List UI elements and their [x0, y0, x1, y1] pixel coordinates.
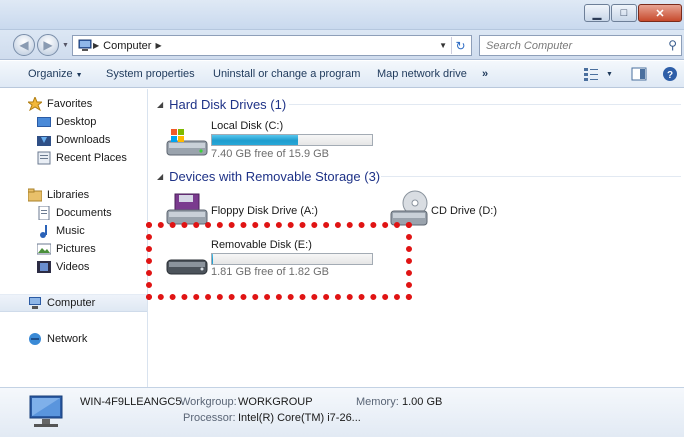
change-view-icon[interactable] — [583, 66, 599, 82]
nav-label-favorites: Favorites — [47, 98, 93, 110]
window-controls: ▁ □ ✕ — [583, 4, 682, 22]
desktop-icon — [37, 117, 51, 127]
memory-label: Memory: — [356, 396, 399, 408]
nav-item-recent-places[interactable]: Recent Places — [37, 149, 147, 167]
group-header-removable-storage[interactable]: ◢ Devices with Removable Storage (3) — [149, 167, 380, 185]
recent-places-icon — [37, 151, 51, 165]
maximize-icon: □ — [620, 7, 628, 19]
nav-label-pictures: Pictures — [56, 243, 96, 255]
refresh-icon[interactable]: ↻ — [451, 37, 469, 54]
nav-item-downloads[interactable]: Downloads — [37, 131, 147, 149]
collapse-triangle-icon[interactable]: ◢ — [157, 100, 163, 109]
nav-item-pictures[interactable]: Pictures — [37, 240, 147, 258]
music-note-icon — [40, 225, 47, 238]
breadcrumb-separator-icon[interactable]: ▶ — [155, 41, 161, 50]
view-options-dropdown-icon[interactable]: ▼ — [606, 71, 613, 78]
group-header-hard-disk-drives[interactable]: ◢ Hard Disk Drives (1) — [149, 95, 286, 113]
group-title-hard-disk-drives: Hard Disk Drives (1) — [169, 96, 287, 112]
nav-item-favorites[interactable]: Favorites — [28, 95, 146, 113]
search-icon[interactable]: ⚲ — [668, 38, 677, 52]
chevron-down-icon: ▼ — [75, 72, 83, 79]
address-bar[interactable]: ▶ Computer ▶ ▼ ↻ — [72, 35, 472, 56]
group-title-removable-storage: Devices with Removable Storage (3) — [169, 168, 381, 184]
nav-item-network[interactable]: Network — [28, 330, 146, 348]
nav-label-desktop: Desktop — [56, 116, 97, 128]
nav-item-computer[interactable]: Computer — [0, 294, 147, 312]
breadcrumb-computer[interactable]: Computer — [103, 40, 151, 52]
nav-item-videos[interactable]: Videos — [37, 258, 147, 276]
details-pane: WIN-4F9LLEANGC5 Workgroup: WORKGROUP Mem… — [0, 387, 684, 437]
documents-icon — [38, 206, 50, 220]
nav-label-network: Network — [47, 333, 88, 345]
workgroup-value: WORKGROUP — [238, 396, 313, 408]
address-row: ◀ ▶ ▼ ▶ Computer ▶ ▼ ↻ ⚲ — [0, 30, 684, 60]
downloads-icon — [37, 136, 51, 146]
local-disk-drive-icon[interactable] — [165, 127, 209, 159]
computer-icon — [29, 297, 41, 309]
nav-item-libraries[interactable]: Libraries — [28, 186, 146, 204]
minimize-button[interactable]: ▁ — [584, 4, 610, 22]
address-dropdown-icon[interactable]: ▼ — [439, 41, 447, 50]
map-network-drive-button[interactable]: Map network drive — [377, 68, 467, 80]
libraries-icon — [28, 188, 42, 202]
title-bar: ▁ □ ✕ — [0, 0, 684, 30]
nav-label-videos: Videos — [56, 261, 90, 273]
nav-label-libraries: Libraries — [47, 189, 90, 201]
back-arrow-icon: ◀ — [19, 38, 29, 52]
drive-c-usage-bar — [211, 134, 373, 146]
maximize-button[interactable]: □ — [611, 4, 637, 22]
nav-label-music: Music — [56, 225, 85, 237]
star-icon — [28, 97, 42, 111]
preview-pane-icon[interactable] — [631, 66, 647, 82]
nav-label-documents: Documents — [56, 207, 112, 219]
close-icon: ✕ — [655, 7, 665, 20]
search-box[interactable]: ⚲ — [479, 35, 682, 56]
back-button[interactable]: ◀ — [13, 34, 35, 56]
nav-label-computer: Computer — [47, 297, 96, 309]
search-input[interactable] — [486, 39, 656, 52]
forward-arrow-icon: ▶ — [43, 38, 53, 52]
breadcrumb-separator-icon[interactable]: ▶ — [93, 41, 99, 50]
nav-label-downloads: Downloads — [56, 134, 111, 146]
drive-free-space-c: 7.40 GB free of 15.9 GB — [211, 148, 330, 160]
network-icon — [29, 333, 41, 345]
group-divider — [289, 95, 681, 113]
help-icon[interactable]: ? — [662, 66, 678, 82]
drive-name-d[interactable]: CD Drive (D:) — [431, 205, 497, 217]
computer-name: WIN-4F9LLEANGC5 — [80, 396, 182, 408]
collapse-triangle-icon[interactable]: ◢ — [157, 172, 163, 181]
forward-button[interactable]: ▶ — [37, 34, 59, 56]
organize-menu[interactable]: Organize ▼ — [28, 68, 83, 80]
organize-label: Organize — [28, 68, 73, 80]
workgroup-label: Workgroup: — [180, 396, 237, 408]
computer-large-icon — [29, 395, 63, 427]
processor-label: Processor: — [183, 412, 236, 424]
nav-item-documents[interactable]: Documents — [37, 204, 147, 222]
videos-icon — [37, 261, 51, 273]
highlight-annotation — [146, 222, 412, 300]
computer-small-icon — [78, 39, 92, 51]
drive-name-c[interactable]: Local Disk (C:) — [211, 120, 283, 132]
uninstall-program-button[interactable]: Uninstall or change a program — [213, 68, 360, 80]
processor-value: Intel(R) Core(TM) i7-26... — [238, 412, 361, 424]
pictures-icon — [37, 243, 51, 255]
navigation-pane: Favorites Desktop Downloads Recent Place… — [0, 89, 148, 387]
memory-value: 1.00 GB — [402, 396, 443, 408]
recent-pages-dropdown-icon[interactable]: ▼ — [62, 42, 69, 49]
minimize-icon: ▁ — [592, 7, 602, 20]
command-bar: Organize ▼ System properties Uninstall or… — [0, 61, 684, 88]
nav-item-music[interactable]: Music — [37, 222, 147, 240]
nav-item-desktop[interactable]: Desktop — [37, 113, 147, 131]
nav-label-recent-places: Recent Places — [56, 152, 127, 164]
drive-c-usage-fill — [212, 135, 298, 145]
svg-text:?: ? — [667, 70, 673, 81]
group-divider — [381, 167, 681, 185]
system-properties-button[interactable]: System properties — [106, 68, 195, 80]
close-button[interactable]: ✕ — [638, 4, 682, 22]
more-commands-button[interactable]: » — [482, 68, 488, 80]
drive-name-a[interactable]: Floppy Disk Drive (A:) — [211, 205, 318, 217]
